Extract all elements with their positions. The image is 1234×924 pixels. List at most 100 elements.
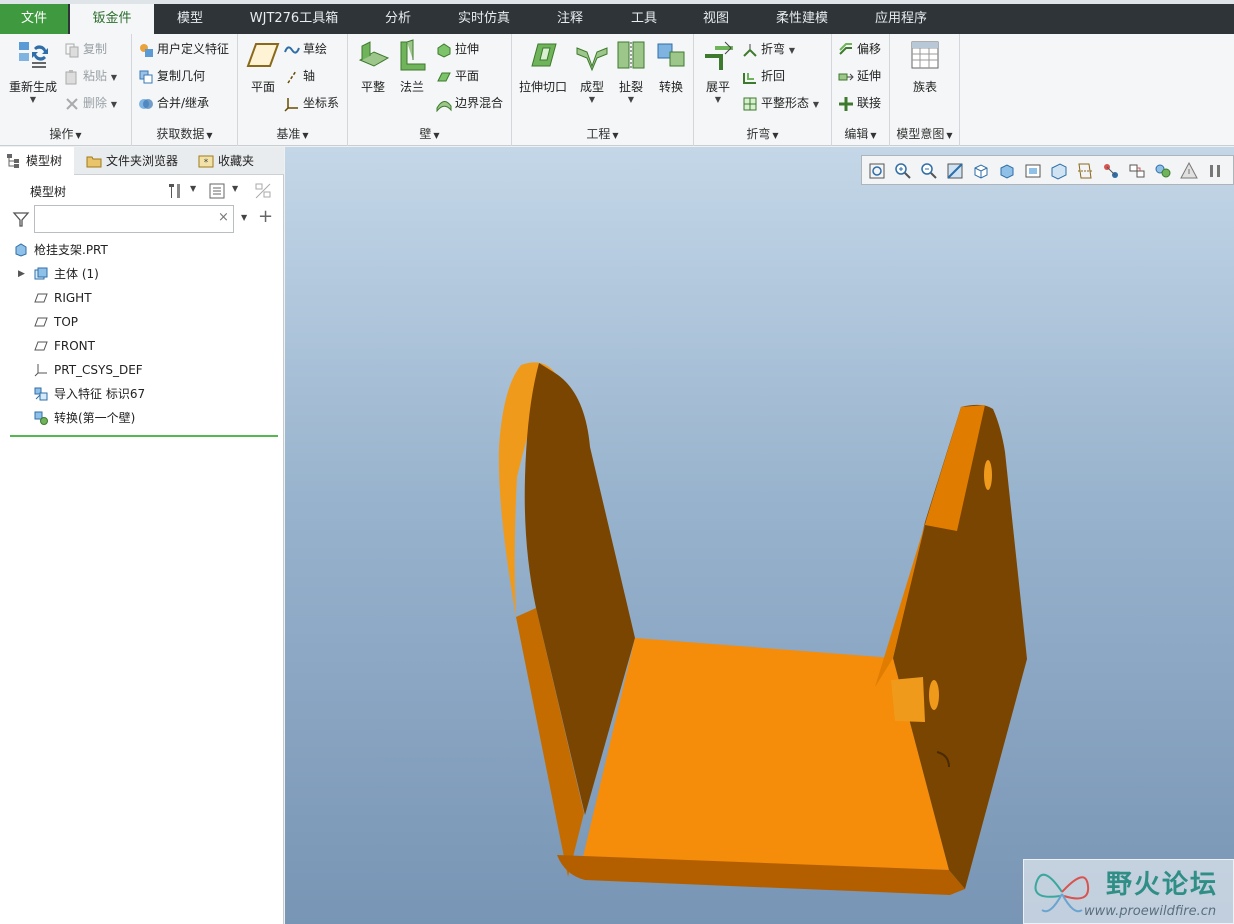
bend-back-icon bbox=[743, 72, 756, 84]
merge-inherit-button[interactable]: 合并/继承 bbox=[138, 92, 209, 114]
bend-back-button[interactable]: 折回 bbox=[742, 65, 785, 87]
flat-wall-icon bbox=[358, 41, 390, 67]
delete-icon bbox=[66, 97, 78, 110]
add-icon[interactable]: + bbox=[258, 206, 273, 227]
left-panel: 模型树 文件夹浏览器 * 收藏夹 模型树 ▼ ▼ × ▼ + 枪挂支架.PRT ▶… bbox=[0, 147, 284, 924]
search-input[interactable] bbox=[34, 205, 234, 233]
group-model-intent: 族表 模型意图 ▼ bbox=[890, 34, 960, 146]
flat-wall-button[interactable]: 平整 bbox=[352, 38, 394, 95]
group-label-get-data[interactable]: 获取数据 ▼ bbox=[132, 125, 237, 142]
group-label-bend[interactable]: 折弯 ▼ bbox=[694, 125, 831, 142]
join-button[interactable]: 联接 bbox=[838, 92, 881, 114]
tab-analysis[interactable]: 分析 bbox=[368, 4, 428, 34]
floor-face[interactable] bbox=[583, 638, 949, 870]
chevron-down-icon[interactable]: ▼ bbox=[232, 184, 238, 193]
axis-label: 轴 bbox=[303, 69, 316, 83]
flat-state-button[interactable]: 平整形态 ▼ bbox=[742, 92, 819, 114]
udf-label: 用户定义特征 bbox=[157, 42, 230, 56]
tab-applications[interactable]: 应用程序 bbox=[860, 4, 942, 34]
folder-icon bbox=[86, 156, 102, 168]
tab-favorites[interactable]: * 收藏夹 bbox=[192, 147, 266, 175]
group-label-engineering[interactable]: 工程 ▼ bbox=[512, 125, 693, 142]
extend-button[interactable]: 延伸 bbox=[838, 65, 881, 87]
convert-icon bbox=[657, 43, 685, 67]
sketch-button[interactable]: 草绘 bbox=[284, 38, 327, 60]
filter-row: × ▼ + bbox=[0, 205, 284, 235]
group-bend: 展平 ▼ 折弯 ▼ 折回 平整形态 ▼ 折弯 ▼ bbox=[694, 34, 832, 146]
form-button[interactable]: 成型 ▼ bbox=[572, 38, 612, 104]
boundary-blend-button[interactable]: 边界混合 bbox=[436, 92, 503, 114]
convert-label: 转换 bbox=[658, 80, 683, 94]
rip-icon bbox=[617, 41, 645, 69]
extrude-cut-icon bbox=[531, 43, 557, 67]
group-label-model-intent[interactable]: 模型意图 ▼ bbox=[890, 125, 959, 142]
copy-geometry-icon bbox=[139, 70, 153, 83]
expand-arrow-icon[interactable]: ▶ bbox=[18, 263, 25, 285]
tab-model[interactable]: 模型 bbox=[160, 4, 220, 34]
extrude-wall-button[interactable]: 拉伸 bbox=[436, 38, 479, 60]
tree-filter-disabled-icon[interactable] bbox=[254, 182, 272, 200]
tab-sheetmetal[interactable]: 钣金件 bbox=[70, 4, 154, 34]
boundary-blend-icon bbox=[436, 100, 452, 112]
convert-button[interactable]: 转换 bbox=[652, 38, 690, 95]
csys-button[interactable]: 坐标系 bbox=[284, 92, 339, 114]
right-wall-tab[interactable] bbox=[891, 677, 925, 722]
family-table-button[interactable]: 族表 bbox=[898, 38, 952, 95]
tree-insert-indicator[interactable] bbox=[10, 435, 278, 437]
tab-file[interactable]: 文件 bbox=[0, 4, 68, 34]
unbend-button[interactable]: 展平 ▼ bbox=[698, 38, 738, 104]
copy-button[interactable]: 复制 bbox=[64, 38, 107, 60]
tab-simulation[interactable]: 实时仿真 bbox=[444, 4, 524, 34]
group-label-edit[interactable]: 编辑 ▼ bbox=[832, 125, 889, 142]
group-label-operations[interactable]: 操作 ▼ bbox=[0, 125, 131, 142]
form-label: 成型 bbox=[579, 80, 604, 94]
sheetmetal-part-model[interactable] bbox=[285, 147, 1234, 924]
sketch-label: 草绘 bbox=[303, 42, 328, 56]
paste-icon bbox=[65, 69, 77, 84]
extend-label: 延伸 bbox=[857, 69, 882, 83]
filter-icon[interactable] bbox=[12, 210, 30, 228]
axis-button[interactable]: 轴 bbox=[284, 65, 315, 87]
rip-button[interactable]: 扯裂 ▼ bbox=[612, 38, 650, 104]
tab-model-tree[interactable]: 模型树 bbox=[0, 147, 74, 175]
plane-button[interactable]: 平面 bbox=[242, 38, 284, 95]
offset-button[interactable]: 偏移 bbox=[838, 38, 881, 60]
graphics-viewport[interactable]: 野火论坛 www.proewildfire.cn bbox=[285, 147, 1234, 924]
sketch-icon bbox=[284, 45, 300, 54]
group-label-datum[interactable]: 基准 ▼ bbox=[238, 125, 347, 142]
paste-button[interactable]: 粘贴 ▼ bbox=[64, 65, 117, 87]
bend-button[interactable]: 折弯 ▼ bbox=[742, 38, 795, 60]
udf-button[interactable]: 用户定义特征 bbox=[138, 38, 229, 60]
panel-tabs: 模型树 文件夹浏览器 * 收藏夹 bbox=[0, 147, 284, 175]
tab-folder-browser[interactable]: 文件夹浏览器 bbox=[80, 147, 188, 175]
chevron-down-icon[interactable]: ▼ bbox=[190, 184, 196, 193]
tab-annotate[interactable]: 注释 bbox=[540, 4, 600, 34]
form-icon bbox=[576, 47, 608, 72]
plane-wall-label: 平面 bbox=[455, 69, 480, 83]
clear-search-icon[interactable]: × bbox=[218, 210, 229, 225]
tab-flexible-modeling[interactable]: 柔性建模 bbox=[762, 4, 842, 34]
plane-wall-button[interactable]: 平面 bbox=[436, 65, 479, 87]
bend-icon bbox=[743, 43, 757, 57]
copy-geometry-button[interactable]: 复制几何 bbox=[138, 65, 205, 87]
extrude-cut-button[interactable]: 拉伸切口 bbox=[516, 38, 570, 95]
show-list-icon[interactable] bbox=[208, 182, 226, 200]
extrude-label: 拉伸 bbox=[455, 42, 480, 56]
regenerate-icon bbox=[19, 42, 48, 68]
settings-tools-icon[interactable] bbox=[166, 182, 184, 200]
group-engineering: 拉伸切口 成型 ▼ 扯裂 ▼ 转换 工程 ▼ bbox=[512, 34, 694, 146]
join-label: 联接 bbox=[857, 96, 882, 110]
delete-button[interactable]: 删除 ▼ bbox=[64, 92, 117, 114]
join-icon bbox=[839, 96, 853, 111]
flat-wall-label: 平整 bbox=[360, 80, 385, 94]
chevron-down-icon: ▼ bbox=[714, 95, 722, 104]
bend-back-label: 折回 bbox=[761, 69, 786, 83]
tab-view[interactable]: 视图 bbox=[686, 4, 746, 34]
regenerate-button[interactable]: 重新生成 ▼ bbox=[6, 38, 60, 104]
watermark: 野火论坛 www.proewildfire.cn bbox=[1023, 859, 1234, 924]
flange-button[interactable]: 法兰 bbox=[392, 38, 432, 95]
tab-tools[interactable]: 工具 bbox=[614, 4, 674, 34]
tab-wjt-toolbox[interactable]: WJT276工具箱 bbox=[236, 4, 352, 34]
chevron-down-icon[interactable]: ▼ bbox=[241, 213, 247, 222]
group-label-wall[interactable]: 壁 ▼ bbox=[348, 125, 511, 142]
